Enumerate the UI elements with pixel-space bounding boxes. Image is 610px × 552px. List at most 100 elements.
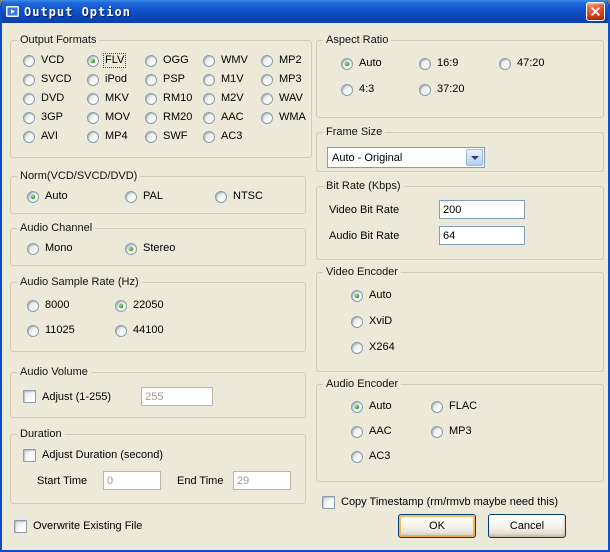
cancel-button[interactable]: Cancel [488,514,566,538]
video-bitrate-row: Video Bit Rate [329,200,603,219]
radio-aencoder-auto[interactable]: Auto [351,400,431,413]
radio-wma[interactable]: WMA [261,111,307,124]
radio-aspect-auto[interactable]: Auto [341,57,419,70]
group-title: Audio Encoder [326,378,399,390]
radio-channel-mono[interactable]: Mono [27,242,125,255]
radio-label: WAV [279,92,303,104]
end-time-input [233,471,291,490]
radio-rate-11025[interactable]: 11025 [27,324,115,337]
frame-size-select[interactable]: Auto - Original [327,147,485,168]
radio-label: VCD [41,54,65,66]
radio-norm-ntsc[interactable]: NTSC [215,190,301,203]
radio-svcd[interactable]: SVCD [23,73,87,86]
radio-swf[interactable]: SWF [145,130,203,143]
group-video-encoder: Video Encoder Auto XviD X264 [316,266,604,372]
radio-aspect-16-9[interactable]: 16:9 [419,57,499,70]
radio-m1v[interactable]: M1V [203,73,261,86]
radio-button-icon [203,111,215,124]
radio-button-icon [419,83,431,96]
chevron-down-icon[interactable] [466,149,483,166]
radio-mov[interactable]: MOV [87,111,145,124]
group-title: Bit Rate (Kbps) [326,180,401,192]
radio-ogg[interactable]: OGG [145,54,203,67]
radio-label: MP3 [449,425,472,437]
start-time-input [103,471,161,490]
radio-vencoder-x264[interactable]: X264 [351,341,603,354]
radio-label: 4:3 [359,83,375,95]
radio-rate-22050[interactable]: 22050 [115,299,301,312]
radio-aac[interactable]: AAC [203,111,261,124]
radio-button-icon [261,111,273,124]
group-title: Norm(VCD/SVCD/DVD) [20,170,138,182]
radio-mp3[interactable]: MP3 [261,73,307,86]
group-frame-size: Frame Size Auto - Original [316,126,604,172]
copy-timestamp-checkbox[interactable]: Copy Timestamp (rm/rmvb maybe need this) [322,495,558,509]
radio-aencoder-ac3[interactable]: AC3 [351,450,431,463]
radio-button-icon [215,190,227,203]
radio-m2v[interactable]: M2V [203,92,261,105]
radio-aspect-4-3[interactable]: 4:3 [341,83,419,96]
group-bit-rate: Bit Rate (Kbps) Video Bit Rate Audio Bit… [316,180,604,260]
checkbox-label: Adjust Duration (second) [42,449,164,461]
ok-button[interactable]: OK [398,514,476,538]
radio-vencoder-auto[interactable]: Auto [351,289,603,302]
adjust-duration-checkbox[interactable]: Adjust Duration (second) [23,448,305,462]
group-output-formats: Output Formats VCD FLV OGG WMV MP2 SVCD … [10,34,312,158]
radio-vencoder-xvid[interactable]: XviD [351,315,603,328]
checkbox-label: Copy Timestamp (rm/rmvb maybe need this) [341,496,559,508]
radio-aencoder-flac[interactable]: FLAC [431,400,599,413]
audio-volume-row: Adjust (1-255) [11,378,305,406]
radio-ipod[interactable]: iPod [87,73,145,86]
radio-aspect-47-20[interactable]: 47:20 [499,57,599,70]
radio-label: MP3 [279,73,302,85]
radio-button-icon [27,299,39,312]
radio-label: RM10 [163,92,193,104]
video-encoder-list: Auto XviD X264 [317,278,603,354]
radio-wav[interactable]: WAV [261,92,307,105]
radio-button-icon [145,130,157,143]
radio-label: M2V [221,92,244,104]
radio-3gp[interactable]: 3GP [23,111,87,124]
close-button[interactable] [586,2,605,21]
radio-button-icon [115,299,127,312]
radio-mkv[interactable]: MKV [87,92,145,105]
group-duration: Duration Adjust Duration (second) Start … [10,428,306,504]
radio-vcd[interactable]: VCD [23,54,87,67]
radio-rm20[interactable]: RM20 [145,111,203,124]
aspect-ratio-grid: Auto 16:9 47:20 4:3 37:20 [317,46,603,100]
radio-button-icon [23,111,35,124]
radio-psp[interactable]: PSP [145,73,203,86]
radio-label: WMV [221,54,248,66]
radio-button-icon [87,130,99,143]
radio-rate-44100[interactable]: 44100 [115,324,301,337]
radio-label: NTSC [233,190,263,202]
radio-rm10[interactable]: RM10 [145,92,203,105]
group-audio-encoder: Audio Encoder Auto FLAC AAC MP3 AC3 [316,378,604,482]
adjust-volume-checkbox[interactable]: Adjust (1-255) [23,390,111,404]
checkbox-icon [14,519,27,533]
radio-label: X264 [369,341,395,353]
radio-label: MKV [105,92,129,104]
radio-dvd[interactable]: DVD [23,92,87,105]
frame-size-inner: Auto - Original [317,138,603,168]
audio-bitrate-label: Audio Bit Rate [329,229,400,242]
volume-value-input [141,387,214,406]
radio-aencoder-mp3[interactable]: MP3 [431,425,599,438]
radio-mp4[interactable]: MP4 [87,130,145,143]
radio-aencoder-aac[interactable]: AAC [351,425,431,438]
radio-norm-pal[interactable]: PAL [125,190,215,203]
overwrite-checkbox[interactable]: Overwrite Existing File [14,519,142,533]
radio-wmv[interactable]: WMV [203,54,261,67]
radio-channel-stereo[interactable]: Stereo [125,242,301,255]
radio-ac3[interactable]: AC3 [203,130,261,143]
radio-flv[interactable]: FLV [87,53,145,68]
group-title: Audio Channel [20,222,93,234]
radio-rate-8000[interactable]: 8000 [27,299,115,312]
radio-mp2[interactable]: MP2 [261,54,307,67]
radio-norm-auto[interactable]: Auto [27,190,125,203]
video-bitrate-input[interactable] [439,200,525,219]
radio-avi[interactable]: AVI [23,130,87,143]
radio-aspect-37-20[interactable]: 37:20 [419,83,499,96]
radio-button-icon [145,73,157,86]
audio-bitrate-input[interactable] [439,226,525,245]
